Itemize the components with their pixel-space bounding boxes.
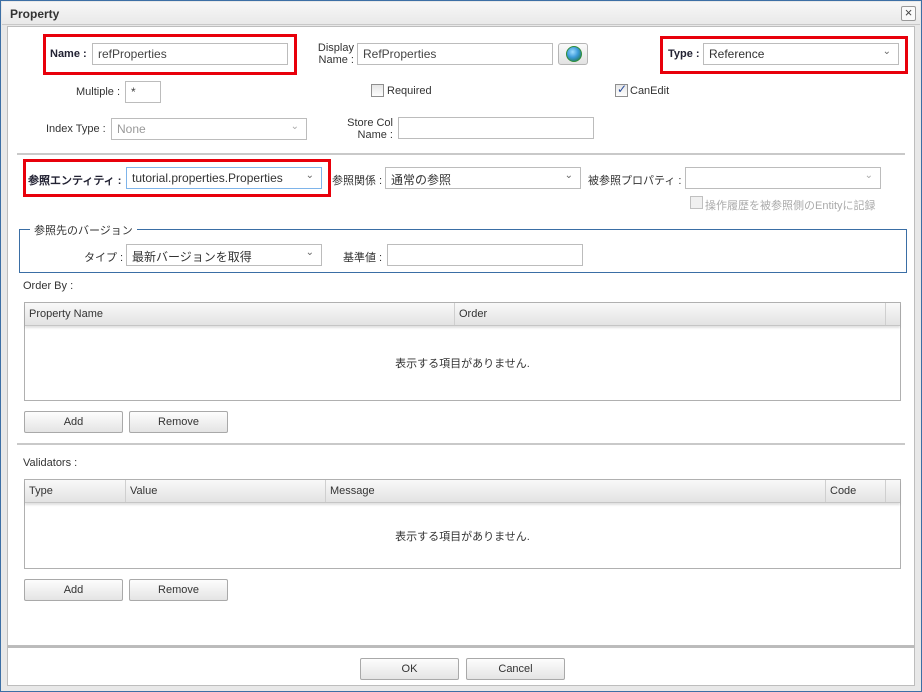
multiple-label: Multiple :: [76, 86, 121, 98]
version-type-select-value: 最新バージョンを取得: [132, 250, 252, 264]
title-bar[interactable]: Property ×: [2, 2, 920, 25]
display-name-label-line1: Display: [317, 42, 354, 54]
reference-entity-label: 参照エンティティ :: [28, 175, 122, 187]
record-history-checkbox[interactable]: [690, 196, 703, 209]
order-by-grid-header: Property Name Order: [25, 303, 900, 326]
mapped-property-label: 被参照プロパティ :: [588, 175, 682, 187]
display-name-input[interactable]: RefProperties: [357, 43, 553, 65]
version-type-select[interactable]: 最新バージョンを取得 ⌄: [126, 244, 322, 266]
column-header-property-name[interactable]: Property Name: [25, 303, 455, 325]
base-value-label: 基準値 :: [343, 252, 383, 264]
dialog-content: Name : refProperties Display Name : RefP…: [7, 26, 915, 646]
column-header-order[interactable]: Order: [455, 303, 886, 325]
chevron-down-icon: ⌄: [882, 46, 891, 57]
column-header-code[interactable]: Code: [826, 480, 886, 502]
chevron-down-icon: ⌄: [864, 170, 873, 181]
order-by-remove-button[interactable]: Remove: [129, 411, 228, 433]
type-select-value: Reference: [709, 47, 765, 61]
column-header-message[interactable]: Message: [326, 480, 826, 502]
index-type-select[interactable]: None ⌄: [111, 118, 307, 140]
order-by-add-button[interactable]: Add: [24, 411, 123, 433]
reference-entity-select-value: tutorial.properties.Properties: [132, 171, 283, 185]
type-label: Type :: [668, 48, 700, 60]
close-button[interactable]: ×: [901, 6, 916, 21]
validators-add-button[interactable]: Add: [24, 579, 123, 601]
column-header-type[interactable]: Type: [25, 480, 126, 502]
index-type-label: Index Type :: [46, 123, 106, 135]
version-type-label: タイプ :: [84, 252, 124, 264]
globe-icon: [566, 46, 582, 62]
validators-grid: Type Value Message Code 表示する項目がありません.: [24, 479, 901, 569]
property-dialog: Property × Name : refProperties Display …: [0, 0, 922, 692]
store-col-name-input[interactable]: [398, 117, 594, 139]
order-by-label: Order By :: [23, 280, 74, 292]
chevron-down-icon: ⌄: [305, 247, 314, 258]
name-label: Name :: [50, 48, 87, 60]
record-history-label: 操作履歴を被参照側のEntityに記録: [705, 200, 876, 212]
name-input[interactable]: refProperties: [92, 43, 288, 65]
ok-button[interactable]: OK: [360, 658, 459, 680]
cancel-button[interactable]: Cancel: [466, 658, 565, 680]
section-divider: [17, 443, 905, 445]
reference-relation-select-value: 通常の参照: [391, 173, 452, 187]
can-edit-checkbox[interactable]: [615, 82, 628, 97]
order-by-empty-message: 表示する項目がありません.: [395, 358, 530, 370]
validators-label: Validators :: [23, 457, 78, 469]
can-edit-label: CanEdit: [630, 85, 670, 97]
chevron-down-icon: ⌄: [564, 170, 573, 181]
base-value-input[interactable]: [387, 244, 583, 266]
store-col-label-line2: Name :: [357, 129, 393, 141]
reference-relation-select[interactable]: 通常の参照 ⌄: [385, 167, 581, 189]
required-label: Required: [387, 85, 432, 97]
mapped-property-select[interactable]: ⌄: [685, 167, 881, 189]
required-checkbox[interactable]: [371, 84, 384, 97]
display-name-label-line2: Name :: [318, 54, 354, 66]
reference-version-legend: 参照先のバージョン: [30, 222, 137, 238]
store-col-label-line1: Store Col: [347, 117, 393, 129]
reference-relation-label: 参照関係 :: [332, 175, 383, 187]
section-divider: [17, 153, 905, 155]
chevron-down-icon: ⌄: [290, 121, 299, 132]
type-select[interactable]: Reference ⌄: [703, 43, 899, 65]
reference-entity-select[interactable]: tutorial.properties.Properties ⌄: [126, 167, 322, 189]
index-type-select-value: None: [117, 122, 146, 136]
localize-display-name-button[interactable]: [558, 43, 588, 65]
validators-remove-button[interactable]: Remove: [129, 579, 228, 601]
dialog-footer: OK Cancel: [7, 646, 915, 686]
column-header-value[interactable]: Value: [126, 480, 326, 502]
chevron-down-icon: ⌄: [305, 170, 314, 181]
close-icon: ×: [904, 5, 913, 20]
validators-grid-header: Type Value Message Code: [25, 480, 900, 503]
multiple-input[interactable]: *: [125, 81, 161, 103]
order-by-grid: Property Name Order 表示する項目がありません.: [24, 302, 901, 401]
validators-empty-message: 表示する項目がありません.: [395, 531, 530, 543]
dialog-title: Property: [10, 7, 60, 21]
